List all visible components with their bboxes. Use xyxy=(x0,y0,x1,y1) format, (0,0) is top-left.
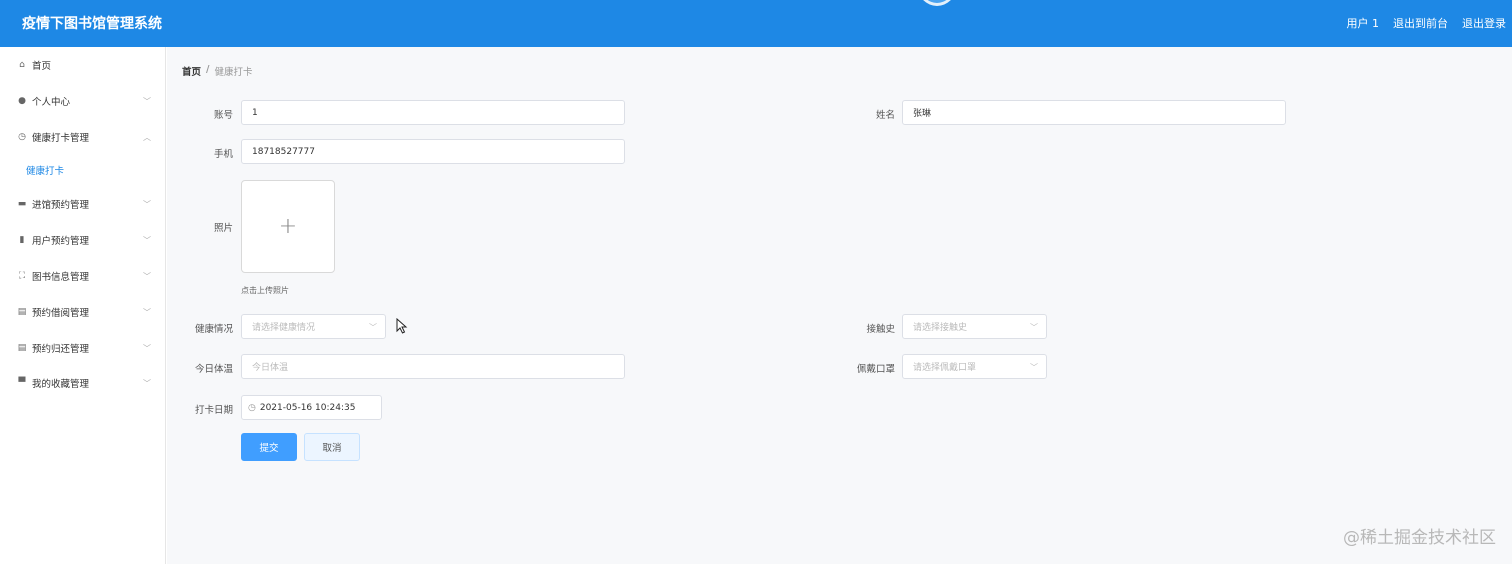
contact-placeholder: 请选择接触史 xyxy=(913,323,968,333)
watermark: @稀土掘金技术社区 xyxy=(1343,528,1496,548)
bar-chart-icon: ▮ xyxy=(19,235,25,245)
sidebar-item-label: 我的收藏管理 xyxy=(32,379,90,390)
sidebar-item-label: 首页 xyxy=(32,61,52,72)
contact-label: 接触史 xyxy=(866,324,895,335)
monitor-icon: ▀ xyxy=(18,378,26,388)
account-value: 1 xyxy=(252,107,258,118)
clock-icon: ◷ xyxy=(248,402,256,413)
user-icon: ● xyxy=(18,96,26,106)
chevron-down-icon: ﹀ xyxy=(1030,363,1038,372)
briefcase-icon: ▬ xyxy=(17,199,27,209)
health-select[interactable]: 请选择健康情况 ﹀ xyxy=(241,314,386,339)
frame-icon: ⛶ xyxy=(18,271,26,281)
photo-upload-hint: 点击上传照片 xyxy=(241,286,289,295)
logo-icon xyxy=(918,0,956,6)
clipboard-icon: ▤ xyxy=(17,343,27,353)
sidebar-item-label: 预约借阅管理 xyxy=(32,308,90,319)
exit-to-front-link[interactable]: 退出到前台 xyxy=(1393,15,1448,31)
breadcrumb-separator: / xyxy=(206,64,210,75)
app-title: 疫情下图书馆管理系统 xyxy=(22,16,162,32)
sidebar-item-borrow-reservation[interactable]: ▤ 预约借阅管理 ﹀ xyxy=(0,297,165,327)
chevron-down-icon: ﹀ xyxy=(143,307,151,317)
plus-icon: + xyxy=(278,214,298,239)
sidebar-item-personal-center[interactable]: ● 个人中心 ﹀ xyxy=(0,86,165,116)
breadcrumb: 首页 / 健康打卡 xyxy=(182,64,253,78)
breadcrumb-home[interactable]: 首页 xyxy=(182,64,201,78)
temperature-label: 今日体温 xyxy=(194,364,233,375)
mask-select[interactable]: 请选择佩戴口罩 ﹀ xyxy=(902,354,1047,379)
photo-label: 照片 xyxy=(213,223,233,234)
sidebar-item-user-reservation[interactable]: ▮ 用户预约管理 ﹀ xyxy=(0,225,165,255)
logout-link[interactable]: 退出登录 xyxy=(1462,15,1506,31)
sidebar-item-health-checkin-management[interactable]: ◷ 健康打卡管理 ︿ xyxy=(0,122,165,152)
phone-value: 18718527777 xyxy=(252,146,315,157)
mask-label: 佩戴口罩 xyxy=(856,364,895,375)
chevron-down-icon: ﹀ xyxy=(143,199,151,209)
name-value: 张琳 xyxy=(913,109,932,119)
sidebar-item-entry-reservation[interactable]: ▬ 进馆预约管理 ﹀ xyxy=(0,189,165,219)
sidebar-item-label: 进馆预约管理 xyxy=(32,200,90,211)
date-label: 打卡日期 xyxy=(194,405,233,416)
chevron-down-icon: ﹀ xyxy=(143,235,151,245)
chevron-down-icon: ﹀ xyxy=(1030,323,1038,332)
chevron-down-icon: ﹀ xyxy=(143,271,151,281)
sidebar-item-favorites[interactable]: ▀ 我的收藏管理 ﹀ xyxy=(0,368,165,398)
mouse-cursor-icon xyxy=(396,318,408,334)
date-value: 2021-05-16 10:24:35 xyxy=(259,402,356,413)
submit-button[interactable]: 提交 xyxy=(241,433,297,461)
clipboard-icon: ▤ xyxy=(17,307,27,317)
health-placeholder: 请选择健康情况 xyxy=(252,323,316,333)
account-field[interactable]: 1 xyxy=(241,100,625,125)
temperature-field[interactable]: 今日体温 xyxy=(241,354,625,379)
sidebar-item-label: 用户预约管理 xyxy=(32,236,90,247)
chevron-down-icon: ﹀ xyxy=(143,96,151,106)
clock-icon: ◷ xyxy=(18,132,26,142)
main-content: 首页 / 健康打卡 账号 1 姓名 张琳 手机 18718527777 照片 +… xyxy=(167,47,1512,564)
name-field[interactable]: 张琳 xyxy=(902,100,1286,125)
contact-select[interactable]: 请选择接触史 ﹀ xyxy=(902,314,1047,339)
photo-upload-box[interactable]: + xyxy=(241,180,335,273)
top-header: 疫情下图书馆管理系统 用户 1 退出到前台 退出登录 xyxy=(0,0,1512,47)
sidebar-item-home[interactable]: ⌂ 首页 xyxy=(0,50,165,80)
header-links: 用户 1 退出到前台 退出登录 xyxy=(1347,15,1507,31)
chevron-down-icon: ﹀ xyxy=(369,323,377,332)
cancel-button[interactable]: 取消 xyxy=(304,433,360,461)
chevron-up-icon: ︿ xyxy=(143,132,151,142)
sidebar-item-return-reservation[interactable]: ▤ 预约归还管理 ﹀ xyxy=(0,333,165,363)
breadcrumb-current: 健康打卡 xyxy=(214,67,253,78)
phone-field[interactable]: 18718527777 xyxy=(241,139,625,164)
user-link[interactable]: 用户 1 xyxy=(1347,15,1380,31)
sidebar-item-label: 健康打卡管理 xyxy=(32,133,90,144)
sidebar-subitem-health-checkin[interactable]: 健康打卡 xyxy=(0,156,165,184)
phone-label: 手机 xyxy=(213,149,233,160)
home-icon: ⌂ xyxy=(19,60,25,70)
sidebar: ⌂ 首页 ● 个人中心 ﹀ ◷ 健康打卡管理 ︿ 健康打卡 ▬ 进馆预约管理 ﹀… xyxy=(0,47,166,564)
name-label: 姓名 xyxy=(875,110,895,121)
chevron-down-icon: ﹀ xyxy=(143,378,151,388)
sidebar-item-label: 个人中心 xyxy=(32,97,71,108)
sidebar-item-book-info[interactable]: ⛶ 图书信息管理 ﹀ xyxy=(0,261,165,291)
sidebar-item-label: 预约归还管理 xyxy=(32,344,90,355)
chevron-down-icon: ﹀ xyxy=(143,343,151,353)
mask-placeholder: 请选择佩戴口罩 xyxy=(913,363,977,373)
account-label: 账号 xyxy=(213,110,233,121)
health-label: 健康情况 xyxy=(194,324,233,335)
sidebar-item-label: 图书信息管理 xyxy=(32,272,90,283)
temperature-placeholder: 今日体温 xyxy=(252,363,289,373)
date-picker[interactable]: ◷ 2021-05-16 10:24:35 xyxy=(241,395,382,420)
